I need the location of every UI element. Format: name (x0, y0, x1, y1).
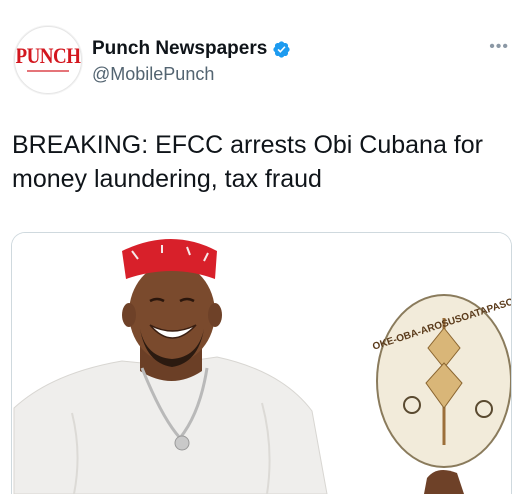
tweet-header: PUNCH Punch Newspapers @MobilePunch ••• (0, 0, 531, 110)
display-name[interactable]: Punch Newspapers (92, 38, 267, 60)
more-horizontal-icon[interactable]: ••• (489, 38, 509, 56)
name-row: Punch Newspapers (92, 38, 291, 60)
tweet-media-image[interactable]: OKE-OBA-AROSUSOATAPASO (11, 232, 512, 494)
photo-illustration: OKE-OBA-AROSUSOATAPASO (12, 233, 511, 494)
tweet-text: BREAKING: EFCC arrests Obi Cubana for mo… (12, 131, 483, 193)
verified-badge-icon (273, 40, 290, 58)
avatar-logo-underline (27, 70, 69, 72)
avatar-logo-text: PUNCH (15, 44, 81, 69)
person-head (129, 263, 215, 363)
account-handle[interactable]: @MobilePunch (92, 64, 214, 85)
account-avatar[interactable]: PUNCH (14, 26, 82, 94)
